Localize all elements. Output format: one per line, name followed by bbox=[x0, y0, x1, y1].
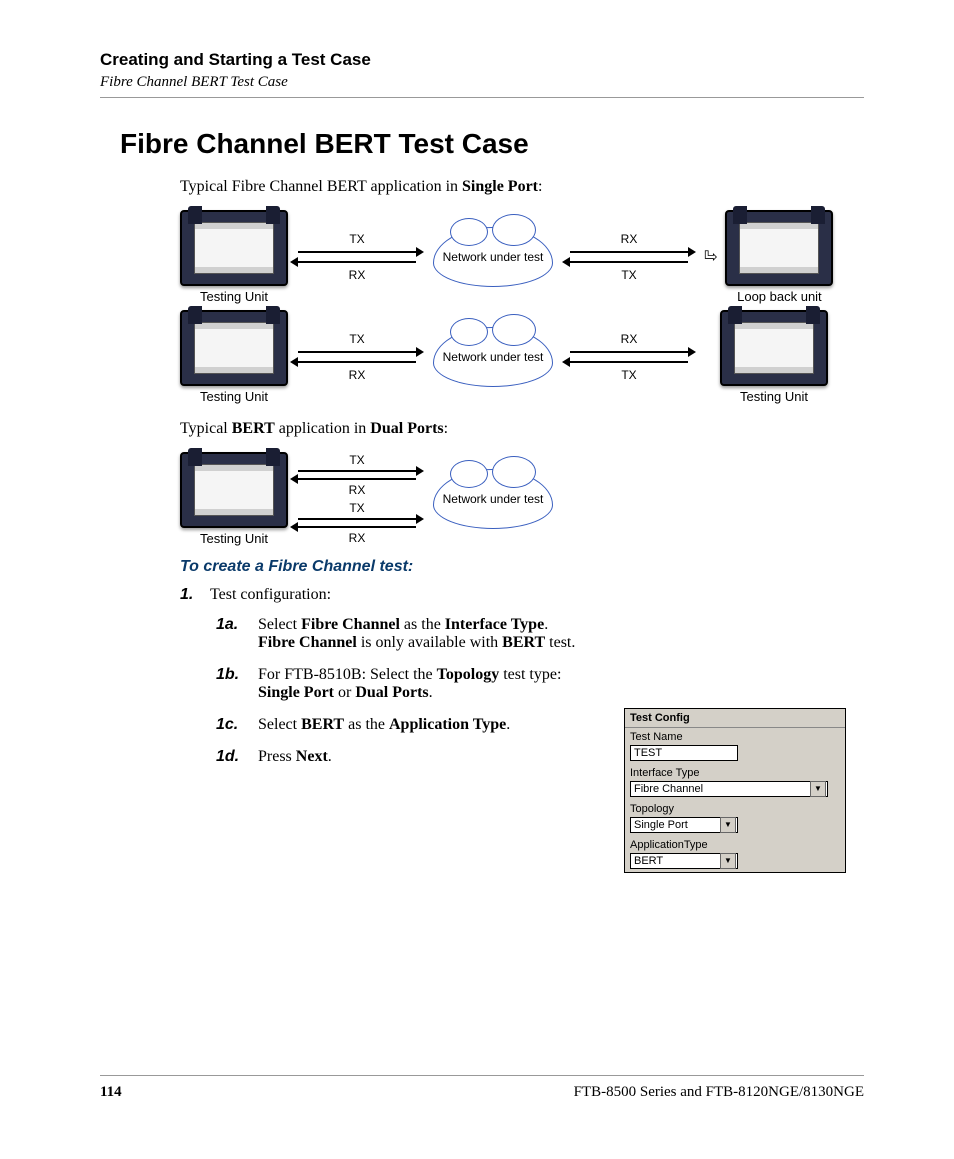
intro2-d: Dual Ports bbox=[370, 420, 443, 437]
rx-label: RX bbox=[621, 332, 638, 346]
chevron-down-icon: ▼ bbox=[720, 853, 736, 869]
diagram-row-1: Testing Unit TX RX Network under test RX… bbox=[180, 210, 864, 304]
diagram-row-3: Testing Unit TX RX TX RX Network under t… bbox=[180, 452, 864, 546]
substep-number: 1c. bbox=[216, 716, 258, 734]
intro2-a: Typical bbox=[180, 420, 232, 437]
arrow-left-icon bbox=[298, 261, 416, 263]
substep-number: 1d. bbox=[216, 748, 258, 766]
step-1a: 1a. Select Fibre Channel as the Interfac… bbox=[216, 616, 586, 652]
interface-type-select[interactable]: Fibre Channel ▼ bbox=[630, 781, 828, 797]
application-type-select[interactable]: BERT ▼ bbox=[630, 853, 738, 869]
procedure-heading: To create a Fibre Channel test: bbox=[180, 558, 864, 576]
intro2-b: BERT bbox=[232, 420, 275, 437]
page-title: Fibre Channel BERT Test Case bbox=[120, 128, 844, 160]
doc-title: FTB-8500 Series and FTB-8120NGE/8130NGE bbox=[574, 1084, 864, 1101]
substep-number: 1b. bbox=[216, 666, 258, 702]
arrow-right-icon bbox=[298, 351, 416, 353]
application-type-label: ApplicationType bbox=[625, 836, 845, 851]
arrow-left-icon bbox=[570, 361, 688, 363]
arrow-left-icon bbox=[570, 261, 688, 263]
tx-label: TX bbox=[349, 453, 364, 467]
substep-text: Select Fibre Channel as the Interface Ty… bbox=[258, 616, 586, 652]
test-name-input[interactable]: TEST bbox=[630, 745, 738, 761]
intro1-c: : bbox=[538, 178, 542, 195]
testing-device-icon bbox=[720, 310, 828, 386]
substep-text: Select BERT as the Application Type. bbox=[258, 716, 510, 734]
step-1: 1. Test configuration: bbox=[180, 586, 864, 604]
arrow-left-icon bbox=[298, 478, 416, 480]
network-cloud-icon: Network under test bbox=[433, 327, 553, 387]
testing-device-icon bbox=[180, 310, 288, 386]
application-type-value: BERT bbox=[634, 853, 663, 869]
page-number: 114 bbox=[100, 1084, 122, 1101]
intro-single-port: Typical Fibre Channel BERT application i… bbox=[180, 178, 864, 196]
substep-text: For FTB-8510B: Select the Topology test … bbox=[258, 666, 586, 702]
interface-type-label: Interface Type bbox=[625, 764, 845, 779]
section-subtitle: Fibre Channel BERT Test Case bbox=[100, 74, 864, 91]
unit-label: Testing Unit bbox=[200, 531, 268, 546]
tx-label: TX bbox=[349, 232, 364, 246]
rx-label: RX bbox=[349, 368, 366, 382]
page-footer: 114 FTB-8500 Series and FTB-8120NGE/8130… bbox=[100, 1075, 864, 1101]
substep-text: Press Next. bbox=[258, 748, 332, 766]
intro1-a: Typical Fibre Channel BERT application i… bbox=[180, 178, 462, 195]
intro2-e: : bbox=[444, 420, 448, 437]
arrow-right-icon bbox=[298, 251, 416, 253]
unit-label: Testing Unit bbox=[200, 389, 268, 404]
topology-label: Topology bbox=[625, 800, 845, 815]
diagram-row-2: Testing Unit TX RX Network under test RX… bbox=[180, 310, 864, 404]
chevron-down-icon: ▼ bbox=[720, 817, 736, 833]
step-1d: 1d. Press Next. bbox=[216, 748, 586, 766]
rx-label: RX bbox=[349, 268, 366, 282]
arrow-right-icon bbox=[570, 251, 688, 253]
network-cloud-icon: Network under test bbox=[433, 469, 553, 529]
topology-value: Single Port bbox=[634, 817, 688, 833]
arrow-left-icon bbox=[298, 361, 416, 363]
unit-label: Testing Unit bbox=[200, 289, 268, 304]
tx-label: TX bbox=[349, 501, 364, 515]
testing-device-icon bbox=[180, 210, 288, 286]
tx-label: TX bbox=[349, 332, 364, 346]
interface-type-value: Fibre Channel bbox=[634, 781, 703, 797]
rx-label: RX bbox=[621, 232, 638, 246]
test-name-label: Test Name bbox=[625, 728, 845, 743]
rx-label: RX bbox=[349, 483, 366, 497]
unit-label: Loop back unit bbox=[737, 289, 822, 304]
section-title: Creating and Starting a Test Case bbox=[100, 50, 864, 70]
topology-select[interactable]: Single Port ▼ bbox=[630, 817, 738, 833]
arrow-right-icon bbox=[570, 351, 688, 353]
chevron-down-icon: ▼ bbox=[810, 781, 826, 797]
intro2-c: application in bbox=[275, 420, 371, 437]
loop-icon: ⏎ bbox=[704, 247, 717, 267]
panel-title: Test Config bbox=[625, 709, 845, 728]
intro-dual-ports: Typical BERT application in Dual Ports: bbox=[180, 420, 864, 438]
test-name-value: TEST bbox=[634, 745, 662, 761]
tx-label: TX bbox=[621, 368, 636, 382]
step-number: 1. bbox=[180, 586, 210, 604]
testing-device-icon bbox=[180, 452, 288, 528]
step-text: Test configuration: bbox=[210, 586, 331, 604]
step-1c: 1c. Select BERT as the Application Type. bbox=[216, 716, 586, 734]
arrow-left-icon bbox=[298, 526, 416, 528]
unit-label: Testing Unit bbox=[740, 389, 808, 404]
arrow-right-icon bbox=[298, 518, 416, 520]
tx-label: TX bbox=[621, 268, 636, 282]
test-config-panel: Test Config Test Name TEST Interface Typ… bbox=[624, 708, 846, 873]
network-cloud-icon: Network under test bbox=[433, 227, 553, 287]
step-1b: 1b. For FTB-8510B: Select the Topology t… bbox=[216, 666, 586, 702]
header-divider bbox=[100, 97, 864, 98]
substep-number: 1a. bbox=[216, 616, 258, 652]
testing-device-icon bbox=[725, 210, 833, 286]
intro1-b: Single Port bbox=[462, 178, 538, 195]
rx-label: RX bbox=[349, 531, 366, 545]
arrow-right-icon bbox=[298, 470, 416, 472]
